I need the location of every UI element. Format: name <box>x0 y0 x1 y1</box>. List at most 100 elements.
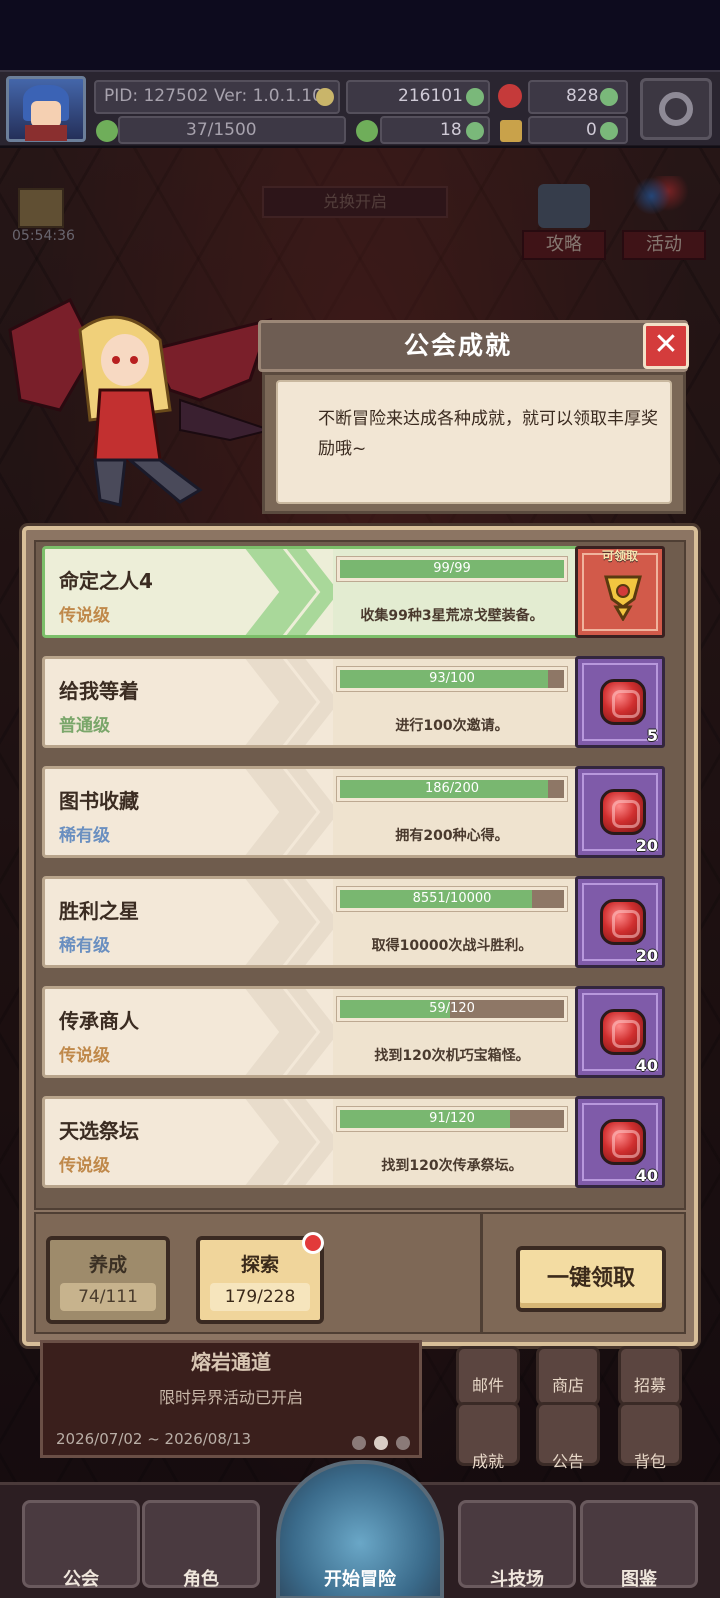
reward-slot[interactable]: 40 <box>575 986 665 1078</box>
achievement-name: 命定之人4 <box>59 569 153 593</box>
achievement-desc: 进行100次邀请。 <box>395 718 509 734</box>
progress-text: 93/100 <box>429 671 475 686</box>
gem-icon <box>600 1119 646 1165</box>
reward-count: 40 <box>635 1166 658 1185</box>
game-version: Ver: 1.0.1.10 <box>214 86 323 106</box>
achievement-tier: 稀有级 <box>59 936 110 956</box>
player-avatar[interactable] <box>6 76 86 142</box>
gem-icon <box>600 679 646 725</box>
carousel-dot-active <box>374 1436 388 1450</box>
gem-icon <box>600 1009 646 1055</box>
settings-gear-icon[interactable] <box>640 78 712 140</box>
achievement-name: 图书收藏 <box>59 789 139 813</box>
progress-text: 186/200 <box>424 781 479 796</box>
add-gem-icon[interactable] <box>600 88 618 106</box>
stamina-icon <box>96 120 118 142</box>
progress-text: 8551/10000 <box>412 891 492 906</box>
progress-bar: 59/120 <box>337 997 567 1021</box>
dialog-description: 不断冒险来达成各种成就，就可以领取丰厚奖励哦~ <box>318 409 658 459</box>
gem-amount: 828 <box>566 86 599 106</box>
progress-text: 99/99 <box>433 561 471 576</box>
notice-label: 公告 <box>551 1452 584 1471</box>
achievement-desc: 找到120次机巧宝箱怪。 <box>374 1048 530 1064</box>
progress-bar: 93/100 <box>337 667 567 691</box>
claim-reward-button[interactable]: 可领取 <box>575 546 665 638</box>
clover-amount: 18 <box>440 120 462 140</box>
achievement-label: 成就 <box>471 1452 504 1471</box>
progress-bar: 186/200 <box>337 777 567 801</box>
mail-label: 邮件 <box>471 1376 504 1395</box>
reward-count: 40 <box>635 1056 658 1075</box>
reward-count: 20 <box>635 836 658 855</box>
achievement-row[interactable]: 胜利之星稀有级 8551/10000 取得10000次战斗胜利。 <box>42 876 590 968</box>
achievement-tier: 传说级 <box>59 1156 110 1176</box>
achievement-tier: 普通级 <box>59 716 110 736</box>
key-icon <box>500 120 522 142</box>
gem-icon <box>600 899 646 945</box>
add-gold-icon[interactable] <box>466 88 484 106</box>
achievement-name: 传承商人 <box>59 1009 139 1033</box>
achievement-desc: 取得10000次战斗胜利。 <box>371 938 533 954</box>
nav-character-label: 角色 <box>183 1569 219 1590</box>
achievement-tier: 传说级 <box>59 606 110 626</box>
achievement-row[interactable]: 给我等着普通级 93/100 进行100次邀请。 <box>42 656 590 748</box>
tab-grow-count: 74/111 <box>60 1283 156 1311</box>
achievement-name: 胜利之星 <box>59 899 139 923</box>
achievement-row[interactable]: 命定之人4 传说级 99/99 收集99种3星荒凉戈壁装备。 <box>42 546 590 638</box>
reward-slot[interactable]: 20 <box>575 766 665 858</box>
clover-icon <box>356 120 378 142</box>
carousel-dot <box>352 1436 366 1450</box>
reward-slot[interactable]: 20 <box>575 876 665 968</box>
achievement-desc: 拥有200种心得。 <box>395 828 509 844</box>
start-adventure-label: 开始冒险 <box>324 1569 396 1590</box>
achievement-name: 天选祭坛 <box>59 1119 139 1143</box>
event-subtitle: 限时异界活动已开启 <box>158 1388 303 1407</box>
achievement-name: 给我等着 <box>59 679 139 703</box>
achievement-row[interactable]: 图书收藏稀有级 186/200 拥有200种心得。 <box>42 766 590 858</box>
reward-count: 20 <box>635 946 658 965</box>
progress-bar: 91/120 <box>337 1107 567 1131</box>
stamina-value: 37/1500 <box>186 120 257 140</box>
gold-amount: 216101 <box>398 86 463 106</box>
dialog-title: 公会成就 <box>403 331 512 360</box>
reward-count: 5 <box>646 726 658 745</box>
event-title: 熔岩通道 <box>191 1350 271 1374</box>
nav-arena-label: 斗技场 <box>490 1569 544 1590</box>
tab-grow-label: 养成 <box>88 1254 127 1276</box>
achievement-row[interactable]: 传承商人传说级 59/120 找到120次机巧宝箱怪。 <box>42 986 590 1078</box>
gem-icon <box>600 789 646 835</box>
progress-text: 91/120 <box>429 1111 475 1126</box>
progress-bar: 8551/10000 <box>337 887 567 911</box>
player-id: PID: 127502 <box>104 86 209 106</box>
achievement-desc: 收集99种3星荒凉戈壁装备。 <box>360 608 544 624</box>
tab-grow[interactable]: 养成 74/111 <box>46 1236 170 1324</box>
achievement-tier: 稀有级 <box>59 826 110 846</box>
gold-coin-icon <box>316 88 334 106</box>
nav-guild-label: 公会 <box>63 1569 99 1590</box>
shop-label: 商店 <box>551 1376 584 1395</box>
tab-divider <box>480 1212 483 1334</box>
reward-slot[interactable]: 5 <box>575 656 665 748</box>
trophy-icon <box>604 575 642 621</box>
tab-explore-count: 179/228 <box>210 1283 310 1311</box>
key-amount: 0 <box>586 120 597 140</box>
achievement-tier: 传说级 <box>59 1046 110 1066</box>
notification-dot <box>302 1232 324 1254</box>
add-clover-icon[interactable] <box>466 122 484 140</box>
backpack-label: 背包 <box>633 1452 666 1471</box>
nav-codex-label: 图鉴 <box>621 1569 657 1590</box>
add-key-icon[interactable] <box>600 122 618 140</box>
gem-icon <box>498 84 522 108</box>
achievement-row[interactable]: 天选祭坛传说级 91/120 找到120次传承祭坛。 <box>42 1096 590 1188</box>
progress-text: 59/120 <box>429 1001 475 1016</box>
claim-all-button[interactable]: 一键领取 <box>516 1246 666 1312</box>
carousel-dot <box>396 1436 410 1450</box>
reward-slot[interactable]: 40 <box>575 1096 665 1188</box>
event-dates: 2026/07/02 ~ 2026/08/13 <box>56 1430 252 1448</box>
claimable-label: 可领取 <box>601 549 638 563</box>
achievement-desc: 找到120次传承祭坛。 <box>381 1158 523 1174</box>
progress-bar: 99/99 <box>337 557 567 581</box>
succubus-character-sprite <box>8 297 274 507</box>
tab-explore-label: 探索 <box>240 1254 279 1276</box>
close-icon[interactable]: ✕ <box>643 323 689 369</box>
